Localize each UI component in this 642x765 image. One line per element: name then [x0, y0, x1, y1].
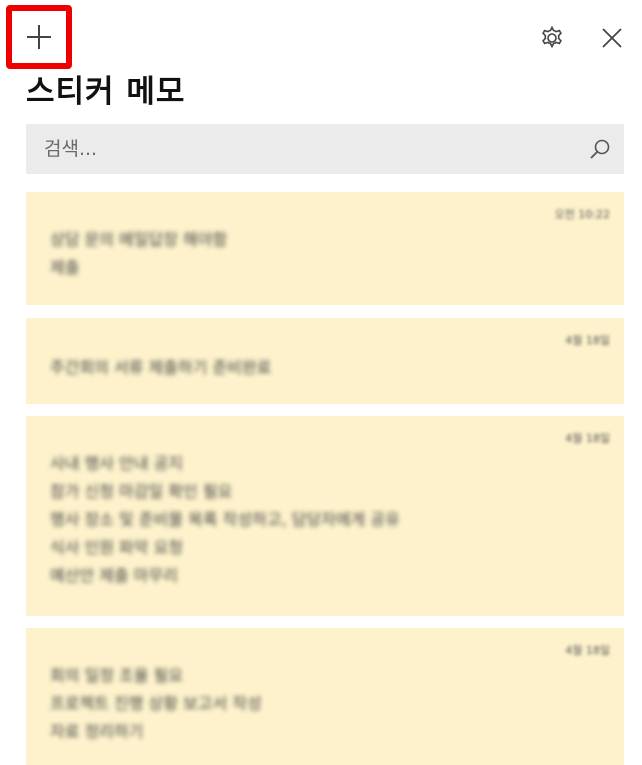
search-input[interactable] [26, 124, 566, 174]
page-title: 스티커 메모 [26, 74, 186, 110]
note-content: 주간회의 서류 제출하기 준비완료 [50, 354, 564, 382]
note-content: 상담 문의 메일답장 해야함 제출 [50, 226, 564, 282]
settings-button[interactable] [536, 22, 568, 54]
note-card[interactable]: 오전 10:22 상담 문의 메일답장 해야함 제출 [26, 192, 624, 305]
note-date: 4월 18일 [565, 644, 610, 657]
note-content: 사내 행사 안내 공지 참가 신청 마감일 확인 필요 행사 장소 및 준비물 … [50, 450, 564, 590]
note-card[interactable]: 4월 18일 주간회의 서류 제출하기 준비완료 [26, 318, 624, 404]
note-line: 행사 장소 및 준비물 목록 작성하고, 담당자에게 공유 [50, 510, 400, 529]
close-button[interactable] [596, 22, 628, 54]
note-line: 사내 행사 안내 공지 [50, 454, 184, 473]
close-icon [602, 28, 622, 48]
note-date: 4월 18일 [565, 334, 610, 347]
note-date: 4월 18일 [565, 432, 610, 445]
gear-icon [542, 25, 562, 49]
note-line: 참가 신청 마감일 확인 필요 [50, 482, 233, 501]
note-line: 자료 정리하기 [50, 722, 144, 741]
note-card[interactable]: 4월 18일 사내 행사 안내 공지 참가 신청 마감일 확인 필요 행사 장소… [26, 416, 624, 616]
note-date: 오전 10:22 [554, 208, 610, 221]
note-line: 예산안 제출 마무리 [50, 566, 178, 585]
note-content: 회의 일정 조율 필요 프로젝트 진행 상황 보고서 작성 자료 정리하기 [50, 662, 564, 746]
note-line: 프로젝트 진행 상황 보고서 작성 [50, 694, 262, 713]
plus-icon [27, 25, 51, 49]
note-card[interactable]: 4월 18일 회의 일정 조율 필요 프로젝트 진행 상황 보고서 작성 자료 … [26, 628, 624, 765]
note-line: 상담 문의 메일답장 해야함 [50, 230, 228, 249]
note-line: 회의 일정 조율 필요 [50, 666, 184, 685]
search-icon [590, 139, 610, 159]
title-bar [0, 0, 642, 76]
add-note-button[interactable] [6, 5, 72, 69]
note-line: 제출 [50, 258, 80, 277]
search-button[interactable] [584, 133, 616, 165]
note-line: 주간회의 서류 제출하기 준비완료 [50, 358, 272, 377]
note-line: 식사 인원 파악 요청 [50, 538, 184, 557]
search-box [26, 124, 624, 174]
